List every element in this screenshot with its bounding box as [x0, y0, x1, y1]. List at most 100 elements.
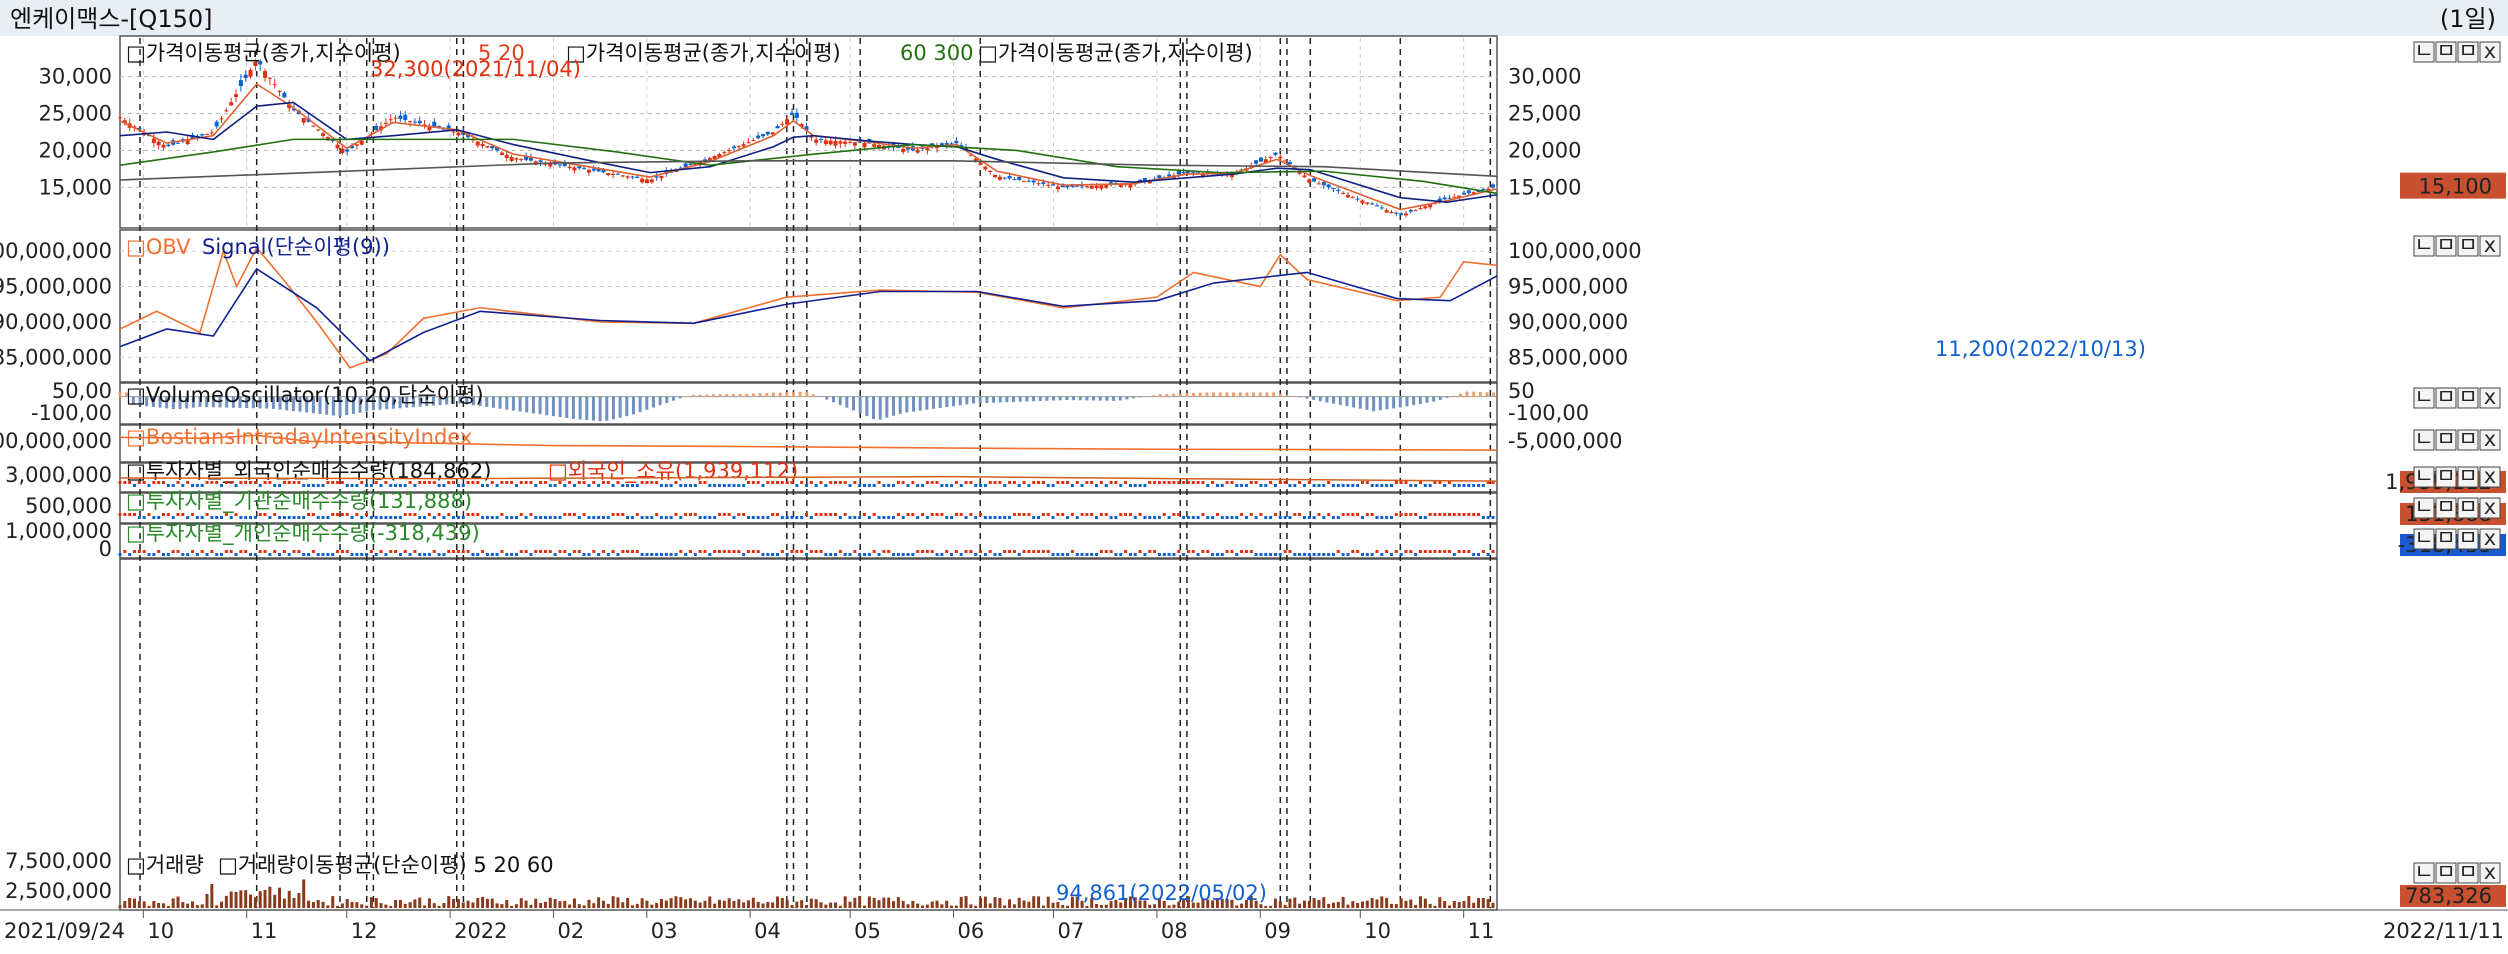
vo-bar — [1025, 396, 1029, 402]
vo-bar — [1298, 396, 1302, 398]
individual-bar — [1041, 550, 1045, 553]
foreign-bar — [950, 484, 954, 487]
institution-bar — [311, 513, 315, 516]
institution-bar — [751, 516, 755, 519]
individual-bar — [1244, 550, 1248, 553]
volume-bar — [176, 896, 180, 908]
foreign-bar — [524, 481, 528, 484]
vo-bar — [1012, 396, 1016, 402]
foreign-bar — [577, 481, 581, 484]
volume-bar — [1351, 901, 1355, 908]
vo-bar — [1385, 396, 1389, 410]
institution-bar — [809, 516, 813, 519]
vo-bar — [625, 396, 629, 417]
individual-bar — [882, 550, 886, 553]
panel-control-glyph: ㄴ — [2414, 526, 2433, 550]
volume-bar — [645, 900, 649, 908]
individual-bar — [1046, 550, 1050, 553]
individual-bar — [273, 550, 277, 553]
individual-bar — [253, 553, 257, 556]
individual-bar — [543, 550, 547, 553]
institution-bar — [1327, 513, 1331, 516]
candle-body — [702, 159, 707, 161]
institution-bar — [722, 513, 726, 516]
investor-panels[interactable]: 3,000,000 □투자자별_외국인순매수수량(184,862) □외국인_소유(… — [5, 459, 2506, 561]
volume-bar — [572, 898, 576, 908]
foreign-bar — [548, 484, 552, 487]
foreign-bar — [650, 481, 654, 484]
obv-panel[interactable]: 00,000,000 100,000,00095,000,000 95,000,00… — [0, 235, 1642, 369]
volume-bar — [1085, 905, 1089, 908]
volume-bar — [220, 901, 224, 908]
volume-oscillator-panel[interactable]: 50,00-100,0050-100,00 □VolumeOscillator(… — [31, 379, 1589, 425]
bii-panel[interactable]: 00,000,000 -5,000,000 □BostiansIntradayIn… — [0, 425, 1622, 453]
individual-bar — [1322, 553, 1326, 556]
vo-bar — [1365, 396, 1369, 410]
individual-bar — [471, 553, 475, 556]
candle-body — [659, 175, 664, 179]
legend-item-foreign-net: □투자자별_외국인순매수수량(184,862) — [126, 459, 491, 484]
foreign-bar — [587, 484, 591, 487]
volume-bar — [790, 905, 794, 908]
individual-bar — [1312, 553, 1316, 556]
institution-bar — [137, 516, 141, 519]
individual-bar — [597, 553, 601, 556]
volume-bar — [1414, 904, 1418, 908]
volume-panel[interactable]: 7,500,0002,500,000□거래량 □거래량이동평균(단순이평) 5 2… — [5, 849, 2506, 908]
individual-bar — [568, 553, 572, 556]
individual-bar — [713, 550, 717, 553]
period-label[interactable]: (1일) — [2440, 5, 2496, 33]
volume-bar — [510, 905, 514, 908]
volume-bar — [979, 897, 983, 908]
foreign-bar — [1462, 484, 1466, 487]
institution-bar — [1293, 513, 1297, 516]
volume-bar — [340, 903, 344, 908]
volume-bar — [688, 898, 692, 908]
foreign-bar — [756, 481, 760, 484]
foreign-bar — [195, 484, 199, 487]
panel-controls[interactable]: ㄴㅁㅁ xㄴㅁㅁ xㄴㅁㅁ xㄴㅁㅁ xㄴㅁㅁ xㄴㅁㅁ xㄴㅁㅁ xㄴㅁㅁ x — [2413, 39, 2501, 884]
volume-bar — [403, 903, 407, 908]
volume-bar — [355, 902, 359, 908]
foreign-bar — [775, 481, 779, 484]
foreign-bar — [761, 484, 765, 487]
institution-bar — [790, 516, 794, 519]
vo-bar — [1398, 396, 1402, 408]
candle-body — [625, 176, 630, 178]
volume-bar — [1322, 897, 1326, 908]
price-panel[interactable]: 30,00025,00020,00015,000 30,00025,00020,… — [39, 38, 2506, 361]
vo-bar — [605, 396, 609, 421]
volume-bar — [1032, 896, 1036, 908]
panel-control-glyph: ㅁ — [2458, 495, 2477, 519]
foreign-bar — [229, 481, 233, 484]
vo-bar — [878, 396, 882, 420]
foreign-bar — [766, 481, 770, 484]
vo-bar — [1085, 396, 1089, 401]
volume-bar — [1452, 901, 1456, 908]
vo-bar — [738, 393, 742, 397]
individual-bar — [142, 550, 146, 553]
vo-bar — [791, 392, 795, 397]
individual-bar — [1061, 553, 1065, 556]
foreign-bar — [191, 484, 195, 487]
institution-bar — [1399, 513, 1403, 516]
volume-bar — [1476, 898, 1480, 908]
foreign-bar — [983, 484, 987, 487]
volume-bar — [717, 899, 721, 908]
individual-bar — [1385, 550, 1389, 553]
institution-bar — [273, 513, 277, 516]
individual-bar — [809, 550, 813, 553]
institution-bar — [882, 516, 886, 519]
foreign-bar — [1162, 481, 1166, 484]
institution-bar — [901, 516, 905, 519]
institution-bar — [1003, 516, 1007, 519]
foreign-bar — [1220, 484, 1224, 487]
individual-bar — [461, 550, 465, 553]
candle-body — [311, 125, 316, 127]
institution-bar — [394, 516, 398, 519]
volume-bar — [1008, 899, 1012, 908]
candle-body — [1307, 179, 1312, 183]
individual-bar — [785, 553, 789, 556]
panel-control-glyph: ㄴ — [2414, 385, 2433, 409]
institution-bar — [746, 516, 750, 519]
